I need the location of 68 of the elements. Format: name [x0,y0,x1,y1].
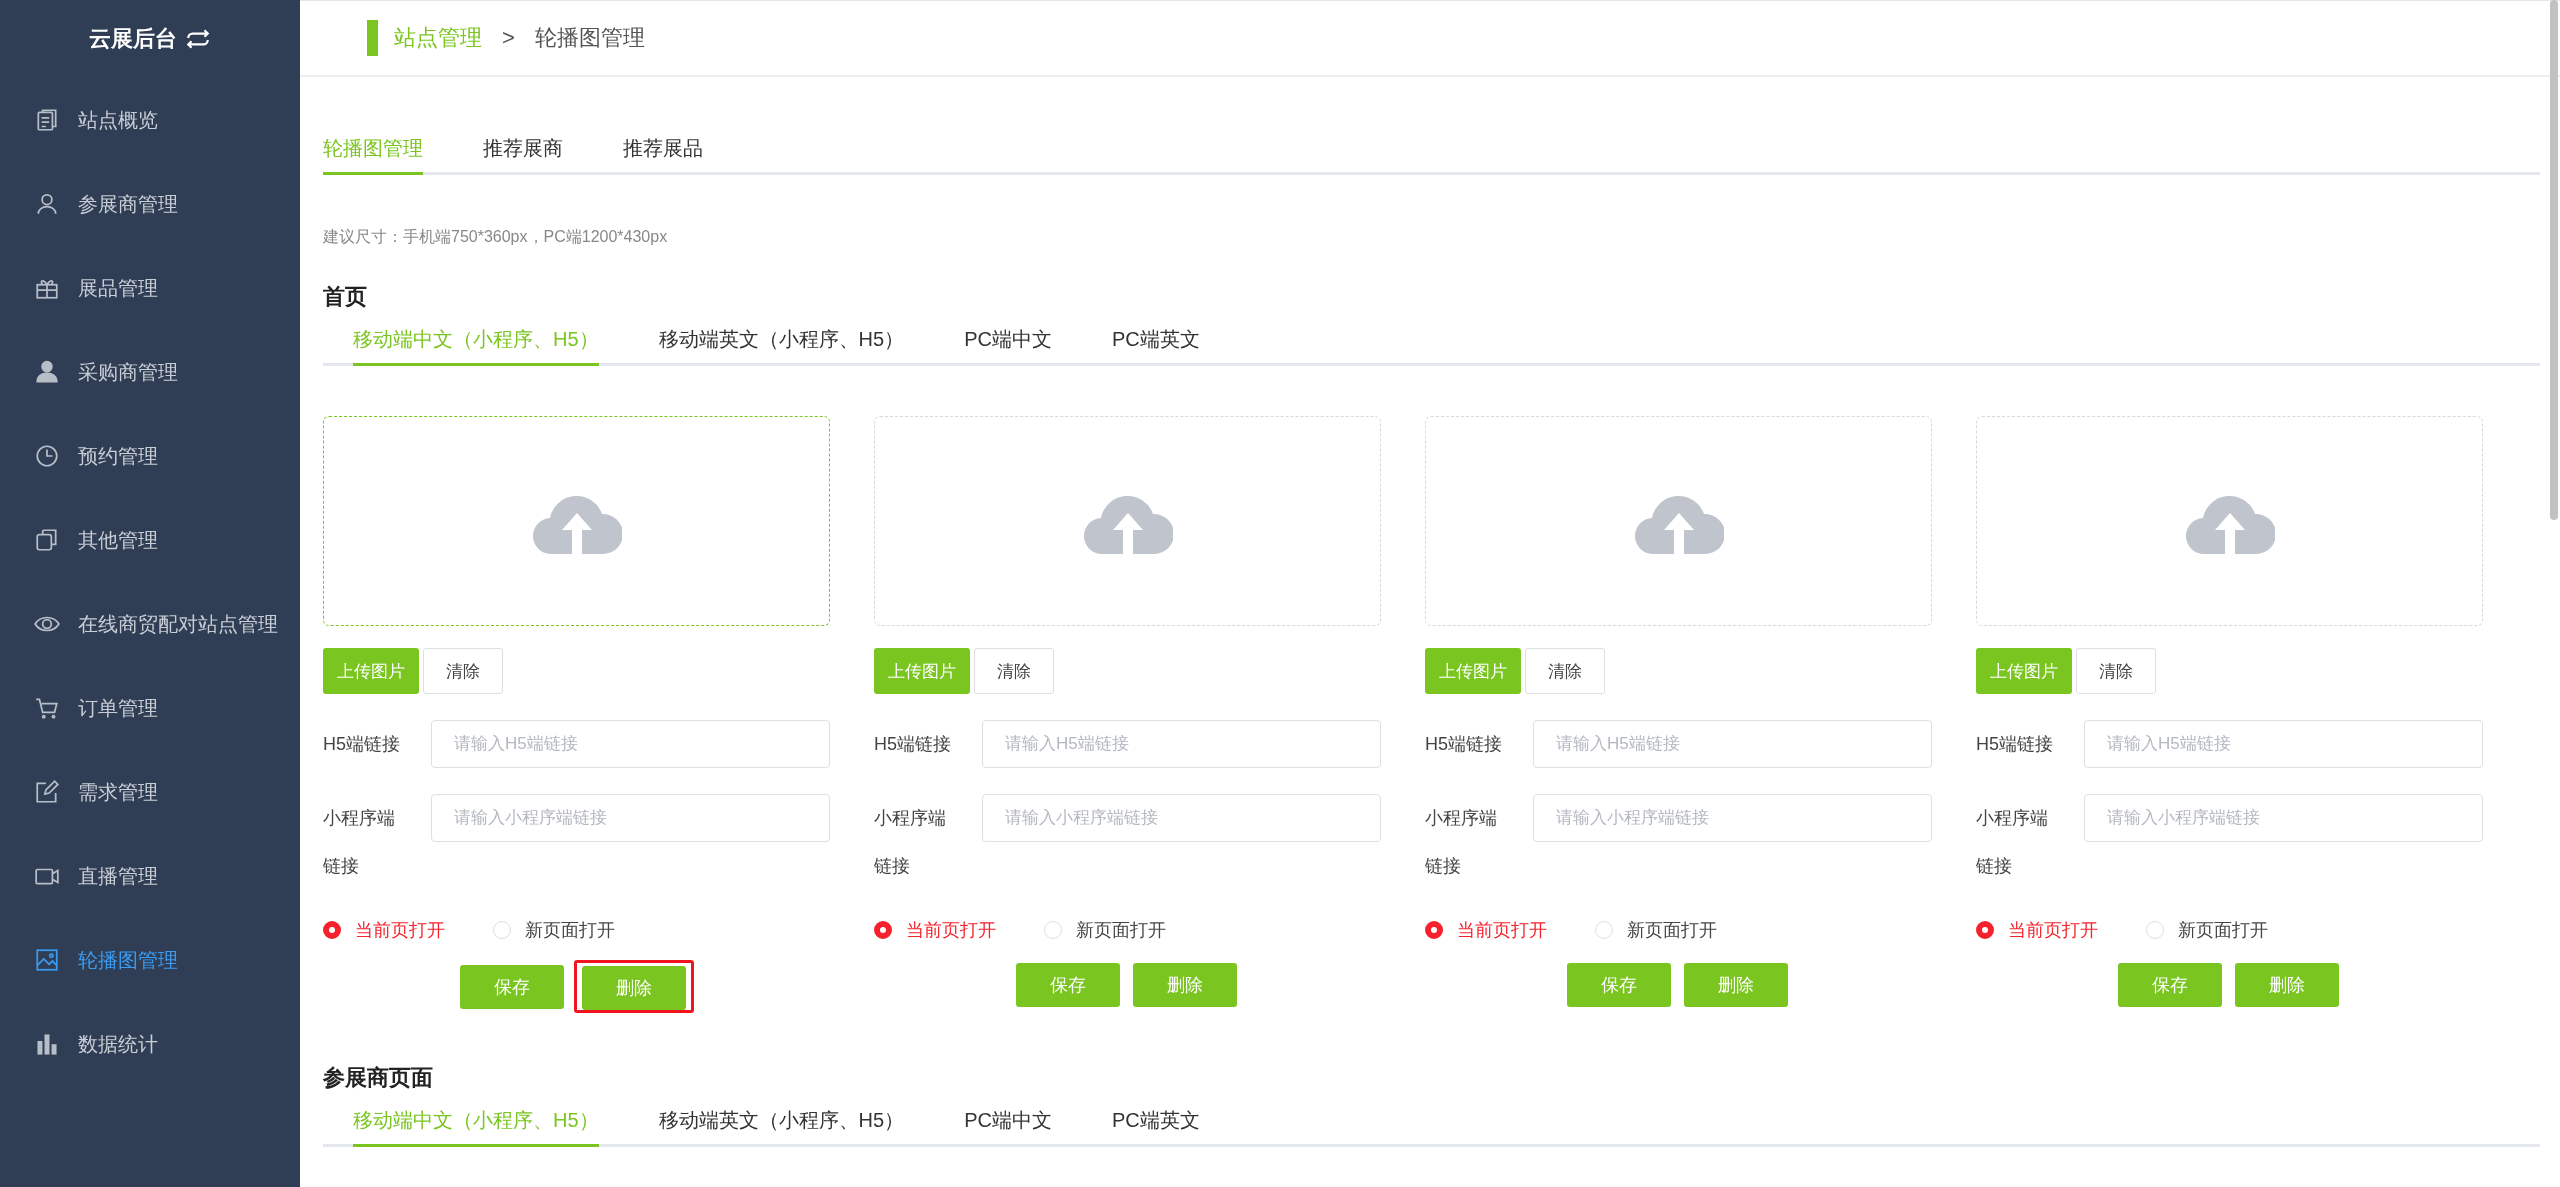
clock-icon [34,443,60,469]
input-field[interactable]: 请输入小程序端链接 [431,794,830,842]
size-hint: 建议尺寸：手机端750*360px，PC端1200*430px [323,227,669,247]
radio-option[interactable]: 当前页打开 [323,918,445,942]
input-field[interactable]: 请输入H5端链接 [2084,720,2483,768]
radio-option[interactable]: 新页面打开 [493,918,615,942]
nav-item[interactable]: 数据统计 [0,1002,300,1086]
input-field[interactable]: 请输入小程序端链接 [982,794,1381,842]
field-label: H5端链接 [323,733,401,756]
nav-item[interactable]: 直播管理 [0,834,300,918]
clear-button[interactable]: 清除 [1525,648,1605,694]
field-label: H5端链接 [1976,733,2054,756]
radio-option[interactable]: 当前页打开 [1976,918,2098,942]
section-title: 参展商页面 [323,1064,434,1092]
nav-item[interactable]: 站点概览 [0,78,300,162]
section-title: 首页 [323,283,368,311]
tab[interactable]: 移动端英文（小程序、H5） [658,1107,905,1147]
input-field[interactable]: 请输入小程序端链接 [2084,794,2483,842]
upload-area[interactable] [1425,416,1932,626]
input-field[interactable]: 请输入H5端链接 [1533,720,1932,768]
nav-item[interactable]: 采购商管理 [0,330,300,414]
nav-item[interactable]: 轮播图管理 [0,918,300,1002]
cart-icon [34,695,60,721]
chart-icon [34,1031,60,1057]
radio-option[interactable]: 新页面打开 [2146,918,2268,942]
nav-item[interactable]: 参展商管理 [0,162,300,246]
input-field[interactable]: 请输入小程序端链接 [1533,794,1932,842]
image-icon [34,947,60,973]
field-label: 小程序端链接 [1425,807,1498,878]
breadcrumb-current: 轮播图管理 [534,24,645,52]
field-label: H5端链接 [874,733,952,756]
clear-button[interactable]: 清除 [2076,648,2156,694]
tab[interactable]: PC端中文 [964,1107,1052,1147]
input-field[interactable]: 请输入H5端链接 [982,720,1381,768]
tab[interactable]: 推荐展品 [623,135,703,175]
radio-option[interactable]: 当前页打开 [874,918,996,942]
field-label: 小程序端链接 [874,807,947,878]
tab[interactable]: PC端中文 [964,326,1052,366]
radio-option[interactable]: 新页面打开 [1595,918,1717,942]
upload-area[interactable] [323,416,830,626]
tab[interactable]: PC端英文 [1111,326,1200,366]
copy-icon [34,527,60,553]
edit-icon [34,779,60,805]
tab[interactable]: PC端英文 [1111,1107,1200,1147]
input-field[interactable]: 请输入H5端链接 [431,720,830,768]
radio-option[interactable]: 当前页打开 [1425,918,1547,942]
nav-item[interactable]: 订单管理 [0,666,300,750]
upload-area[interactable] [1976,416,2483,626]
scrollbar[interactable] [2550,0,2558,520]
nav-item[interactable]: 需求管理 [0,750,300,834]
tab[interactable]: 移动端英文（小程序、H5） [658,326,905,366]
clear-button[interactable]: 清除 [974,648,1054,694]
person-icon [34,359,60,385]
nav-item[interactable]: 其他管理 [0,498,300,582]
field-label: 小程序端链接 [323,807,396,878]
nav-item[interactable]: 预约管理 [0,414,300,498]
breadcrumb-separator: > [502,25,515,51]
doc-icon [34,107,60,133]
accent-bar [367,20,378,56]
tab[interactable]: 推荐展商 [483,135,563,175]
nav-item[interactable]: 展品管理 [0,246,300,330]
clear-button[interactable]: 清除 [423,648,503,694]
field-label: H5端链接 [1425,733,1503,756]
app-title: 云展后台 [89,25,177,53]
nav-item[interactable]: 在线商贸配对站点管理 [0,582,300,666]
upload-area[interactable] [874,416,1381,626]
field-label: 小程序端链接 [1976,807,2049,878]
radio-option[interactable]: 新页面打开 [1044,918,1166,942]
